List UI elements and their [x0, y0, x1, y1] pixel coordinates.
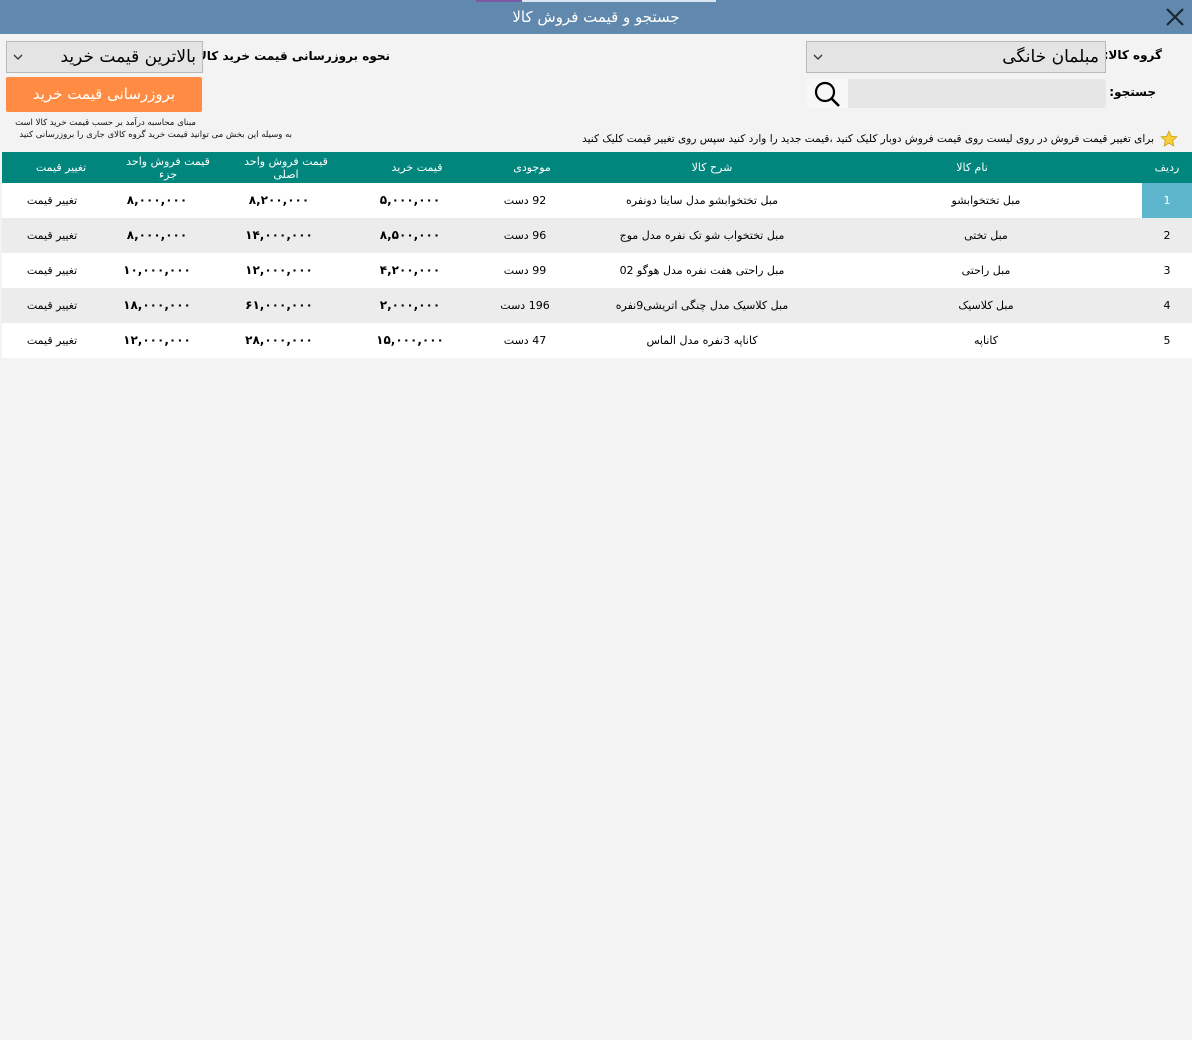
search-input[interactable]: [806, 79, 1106, 108]
chevron-down-icon: [813, 54, 823, 60]
hint-row: برای تغییر قیمت فروش در روی لیست روی قیم…: [582, 130, 1178, 148]
cell-desc[interactable]: مبل راحتی هفت نفره مدل هوگو 02: [572, 253, 832, 288]
update-method-select[interactable]: بالاترین قیمت خرید: [6, 41, 203, 73]
cell-sell-sub[interactable]: ۱۸,۰۰۰,۰۰۰: [102, 288, 212, 323]
cell-name[interactable]: مبل کلاسیک: [802, 288, 1170, 323]
cell-buy-price[interactable]: ۴,۲۰۰,۰۰۰: [350, 253, 470, 288]
grid-header: ردیف نام کالا شرح کالا موجودی قیمت خرید …: [2, 152, 1192, 183]
note-line-2: به وسیله این بخش می توانید قیمت خرید گرو…: [19, 130, 292, 140]
cell-buy-price[interactable]: ۱۵,۰۰۰,۰۰۰: [350, 323, 470, 358]
note-line-1: مبنای محاسبه درآمد بر حسب قیمت خرید کالا…: [15, 118, 196, 128]
change-price-button[interactable]: تغییر قیمت: [2, 323, 102, 358]
star-icon: [1160, 130, 1178, 147]
cell-buy-price[interactable]: ۲,۰۰۰,۰۰۰: [350, 288, 470, 323]
window-title: جستجو و قیمت فروش کالا: [512, 8, 680, 26]
cell-name[interactable]: مبل تختی: [802, 218, 1170, 253]
close-icon: [1166, 8, 1184, 26]
update-method-value: بالاترین قیمت خرید: [60, 47, 196, 67]
cell-sell-main[interactable]: ۶۱,۰۰۰,۰۰۰: [224, 288, 334, 323]
update-method-label: نحوه بروزرسانی قیمت خرید کالا :: [188, 49, 390, 63]
col-header-name[interactable]: نام کالا: [802, 152, 1142, 183]
cell-sell-sub[interactable]: ۱۰,۰۰۰,۰۰۰: [102, 253, 212, 288]
cell-buy-price[interactable]: ۸,۵۰۰,۰۰۰: [350, 218, 470, 253]
table-row[interactable]: 4 مبل کلاسیک مبل کلاسیک مدل چنگی اتریشی9…: [2, 288, 1192, 323]
close-button[interactable]: [1162, 4, 1188, 30]
col-header-desc[interactable]: شرح کالا: [582, 152, 842, 183]
chevron-down-icon: [13, 54, 23, 60]
cell-desc[interactable]: مبل تختخوابشو مدل ساینا دونفره: [572, 183, 832, 218]
table-row[interactable]: 1 مبل تختخوابشو مبل تختخوابشو مدل ساینا …: [2, 183, 1192, 218]
group-select-value: مبلمان خانگی: [1002, 47, 1099, 67]
table-row[interactable]: 2 مبل تختی مبل تختخواب شو تک نفره مدل مو…: [2, 218, 1192, 253]
col-header-action[interactable]: تغییر قیمت: [2, 152, 120, 183]
cell-sell-main[interactable]: ۱۲,۰۰۰,۰۰۰: [224, 253, 334, 288]
table-row[interactable]: 5 کاناپه کاناپه 3نفره مدل الماس 47 دست ۱…: [2, 323, 1192, 358]
cell-sell-main[interactable]: ۲۸,۰۰۰,۰۰۰: [224, 323, 334, 358]
cell-name[interactable]: کاناپه: [802, 323, 1170, 358]
products-grid: ردیف نام کالا شرح کالا موجودی قیمت خرید …: [2, 152, 1192, 358]
cell-stock[interactable]: 99 دست: [470, 253, 580, 288]
col-header-sell-sub[interactable]: قیمت فروش واحد جزء: [120, 152, 216, 183]
group-label: گروه کالا:: [1103, 48, 1162, 62]
cell-desc[interactable]: مبل تختخواب شو تک نفره مدل موج: [572, 218, 832, 253]
cell-sell-sub[interactable]: ۸,۰۰۰,۰۰۰: [102, 183, 212, 218]
cell-sell-main[interactable]: ۸,۲۰۰,۰۰۰: [224, 183, 334, 218]
change-price-button[interactable]: تغییر قیمت: [2, 183, 102, 218]
title-bar: جستجو و قیمت فروش کالا: [0, 0, 1192, 34]
col-header-sell-main[interactable]: قیمت فروش واحد اصلی: [230, 152, 342, 183]
change-price-button[interactable]: تغییر قیمت: [2, 253, 102, 288]
col-header-row[interactable]: ردیف: [1142, 152, 1192, 183]
hint-text: برای تغییر قیمت فروش در روی لیست روی قیم…: [582, 133, 1154, 145]
change-price-button[interactable]: تغییر قیمت: [2, 288, 102, 323]
cell-desc[interactable]: مبل کلاسیک مدل چنگی اتریشی9نفره: [572, 288, 832, 323]
cell-sell-sub[interactable]: ۱۲,۰۰۰,۰۰۰: [102, 323, 212, 358]
cell-name[interactable]: مبل تختخوابشو: [802, 183, 1170, 218]
cell-sell-sub[interactable]: ۸,۰۰۰,۰۰۰: [102, 218, 212, 253]
cell-stock[interactable]: 196 دست: [470, 288, 580, 323]
search-button[interactable]: [806, 79, 848, 108]
table-row[interactable]: 3 مبل راحتی مبل راحتی هفت نفره مدل هوگو …: [2, 253, 1192, 288]
update-purchase-price-button[interactable]: بروزرسانی قیمت خرید: [6, 77, 202, 112]
cell-name[interactable]: مبل راحتی: [802, 253, 1170, 288]
cell-stock[interactable]: 47 دست: [470, 323, 580, 358]
search-icon: [814, 81, 840, 107]
change-price-button[interactable]: تغییر قیمت: [2, 218, 102, 253]
group-select[interactable]: مبلمان خانگی: [806, 41, 1106, 73]
col-header-stock[interactable]: موجودی: [477, 152, 587, 183]
search-label: جستجو:: [1109, 85, 1156, 99]
cell-stock[interactable]: 96 دست: [470, 218, 580, 253]
cell-desc[interactable]: کاناپه 3نفره مدل الماس: [572, 323, 832, 358]
cell-stock[interactable]: 92 دست: [470, 183, 580, 218]
col-header-buy-price[interactable]: قیمت خرید: [357, 152, 477, 183]
cell-sell-main[interactable]: ۱۴,۰۰۰,۰۰۰: [224, 218, 334, 253]
cell-buy-price[interactable]: ۵,۰۰۰,۰۰۰: [350, 183, 470, 218]
